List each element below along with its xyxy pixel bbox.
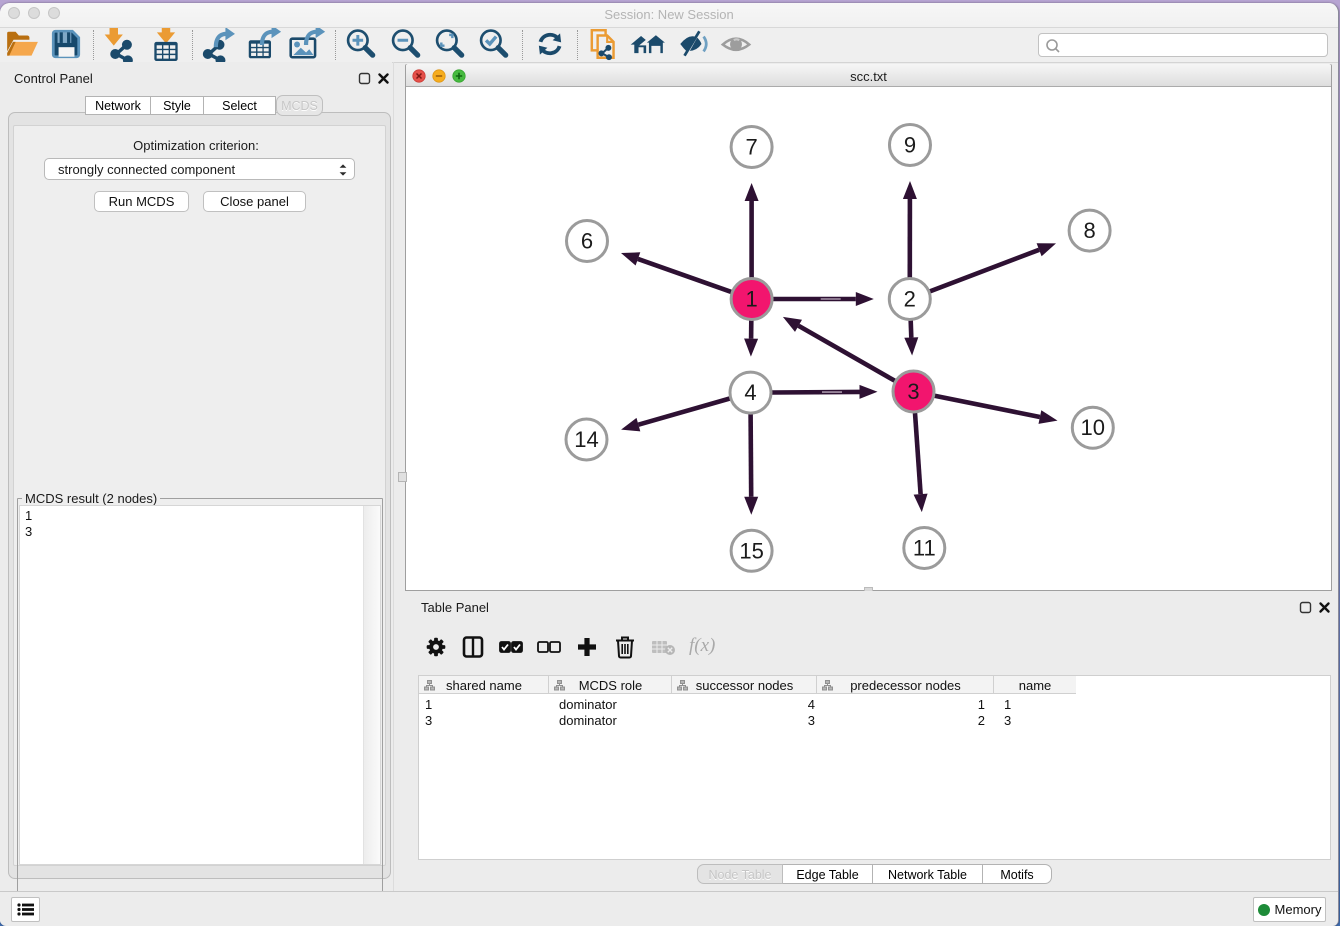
svg-text:11: 11 bbox=[913, 536, 936, 561]
svg-text:2: 2 bbox=[904, 287, 916, 312]
svg-text:8: 8 bbox=[1083, 218, 1095, 243]
svg-text:10: 10 bbox=[1081, 415, 1105, 440]
svg-text:14: 14 bbox=[574, 427, 598, 452]
svg-text:3: 3 bbox=[907, 379, 919, 404]
svg-text:6: 6 bbox=[581, 229, 593, 254]
svg-text:1: 1 bbox=[745, 287, 757, 312]
svg-text:9: 9 bbox=[904, 133, 916, 158]
svg-text:7: 7 bbox=[745, 135, 757, 160]
svg-text:4: 4 bbox=[744, 380, 756, 405]
svg-text:15: 15 bbox=[739, 538, 763, 563]
